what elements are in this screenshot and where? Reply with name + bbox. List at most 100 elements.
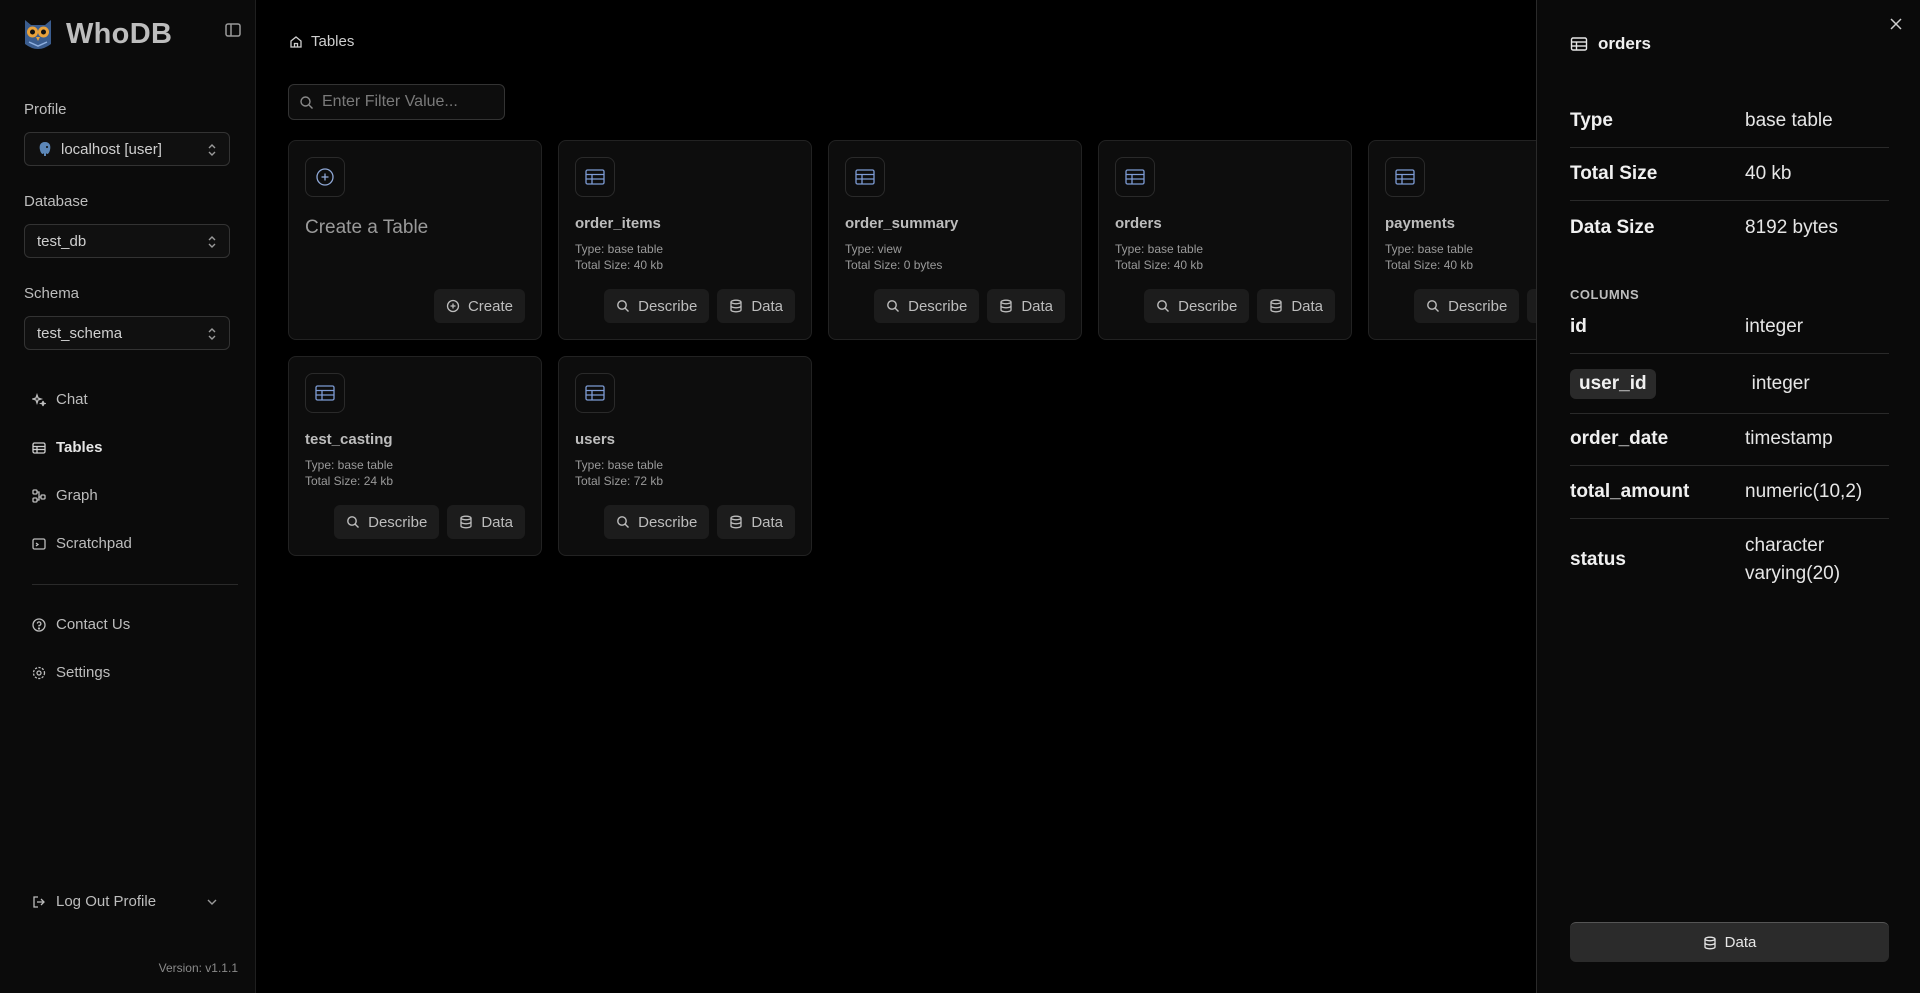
data-button[interactable]: Data bbox=[717, 505, 795, 539]
sidebar: WhoDB Profile localhost [user] Database … bbox=[0, 0, 256, 993]
column-name: total_amount bbox=[1570, 481, 1690, 502]
table-type: Type: base table bbox=[575, 242, 664, 256]
create-button[interactable]: Create bbox=[433, 289, 525, 323]
column-row: id integer bbox=[1570, 301, 1889, 354]
column-row: order_date timestamp bbox=[1570, 413, 1889, 466]
sidebar-item-label: Graph bbox=[56, 487, 98, 504]
drawer-title: orders bbox=[1570, 34, 1651, 54]
table-size: Total Size: 24 kb bbox=[305, 474, 394, 488]
sidebar-item-label: Tables bbox=[56, 439, 103, 456]
data-label: Data bbox=[481, 513, 513, 531]
chevron-updown-icon bbox=[208, 328, 216, 340]
profile-select[interactable]: localhost [user] bbox=[24, 132, 230, 166]
schema-select[interactable]: test_schema bbox=[24, 316, 230, 350]
table-name: order_items bbox=[575, 215, 661, 232]
filter-input[interactable] bbox=[322, 93, 492, 111]
drawer-data-button[interactable]: Data bbox=[1570, 922, 1889, 962]
sidebar-item-label: Contact Us bbox=[56, 616, 131, 633]
table-meta: Type: base table Total Size: 40 kb bbox=[1115, 241, 1203, 273]
table-card-users: users Type: base table Total Size: 72 kb… bbox=[558, 356, 812, 556]
profile-label: Profile bbox=[24, 101, 67, 118]
describe-button[interactable]: Describe bbox=[334, 505, 440, 539]
sidebar-divider bbox=[32, 584, 238, 585]
detail-key: Type bbox=[1570, 110, 1613, 131]
database-icon bbox=[1000, 299, 1012, 313]
describe-button[interactable]: Describe bbox=[604, 505, 710, 539]
table-icon bbox=[1570, 37, 1588, 51]
data-label: Data bbox=[751, 513, 783, 531]
create-table-title: Create a Table bbox=[305, 217, 429, 238]
table-icon-box bbox=[305, 373, 345, 413]
breadcrumb[interactable]: Tables bbox=[289, 33, 354, 50]
search-icon bbox=[617, 300, 630, 312]
search-icon bbox=[300, 95, 313, 109]
create-button-label: Create bbox=[467, 297, 513, 315]
table-icon bbox=[585, 385, 605, 401]
table-meta: Type: base table Total Size: 72 kb bbox=[575, 457, 663, 489]
describe-label: Describe bbox=[638, 513, 698, 531]
filter-field[interactable] bbox=[288, 84, 505, 120]
table-meta: Type: base table Total Size: 40 kb bbox=[1385, 241, 1473, 273]
table-icon bbox=[1125, 169, 1145, 185]
sidebar-item-label: Scratchpad bbox=[56, 535, 132, 552]
column-name: id bbox=[1570, 316, 1587, 337]
table-card-test-casting: test_casting Type: base table Total Size… bbox=[288, 356, 542, 556]
table-icon bbox=[585, 169, 605, 185]
column-type-line: varying(20) bbox=[1745, 563, 1841, 584]
column-name-highlighted: user_id bbox=[1570, 369, 1656, 399]
logout-icon bbox=[33, 895, 45, 908]
data-label: Data bbox=[1291, 297, 1323, 315]
table-type: Type: base table bbox=[305, 458, 394, 472]
sidebar-item-chat[interactable]: Chat bbox=[32, 391, 88, 408]
describe-button[interactable]: Describe bbox=[1414, 289, 1520, 323]
table-icon-box bbox=[575, 157, 615, 197]
brand[interactable]: WhoDB bbox=[22, 16, 172, 52]
data-button[interactable]: Data bbox=[717, 289, 795, 323]
database-icon bbox=[1704, 936, 1716, 949]
detail-key: Total Size bbox=[1570, 163, 1658, 184]
logout-profile-button[interactable]: Log Out Profile bbox=[32, 893, 218, 910]
data-button[interactable]: Data bbox=[447, 505, 525, 539]
logout-label: Log Out Profile bbox=[56, 893, 157, 910]
column-row: user_id integer bbox=[1570, 355, 1889, 414]
table-name: test_casting bbox=[305, 431, 393, 448]
detail-value: 8192 bytes bbox=[1745, 216, 1838, 238]
column-type: integer bbox=[1745, 316, 1804, 337]
sidebar-item-tables[interactable]: Tables bbox=[32, 439, 102, 456]
table-size: Total Size: 40 kb bbox=[1385, 258, 1474, 272]
column-type: integer bbox=[1751, 373, 1810, 394]
describe-button[interactable]: Describe bbox=[1144, 289, 1250, 323]
table-size: Total Size: 72 kb bbox=[575, 474, 664, 488]
describe-button[interactable]: Describe bbox=[874, 289, 980, 323]
table-icon bbox=[1395, 169, 1415, 185]
terminal-icon bbox=[32, 537, 46, 550]
table-type: Type: view bbox=[845, 242, 902, 256]
describe-button[interactable]: Describe bbox=[604, 289, 710, 323]
database-label: Database bbox=[24, 193, 89, 210]
table-meta: Type: base table Total Size: 24 kb bbox=[305, 457, 393, 489]
sidebar-item-scratchpad[interactable]: Scratchpad bbox=[32, 535, 132, 552]
describe-label: Describe bbox=[908, 297, 968, 315]
sidebar-item-settings[interactable]: Settings bbox=[32, 664, 110, 681]
data-button[interactable]: Data bbox=[987, 289, 1065, 323]
table-card-order-items: order_items Type: base table Total Size:… bbox=[558, 140, 812, 340]
close-icon[interactable] bbox=[1888, 16, 1904, 32]
column-name: status bbox=[1570, 549, 1626, 570]
table-icon bbox=[855, 169, 875, 185]
app-root: WhoDB Profile localhost [user] Data base … bbox=[0, 0, 1920, 993]
table-size: Total Size: 40 kb bbox=[575, 258, 664, 272]
breadcrumb-label: Tables bbox=[311, 33, 355, 50]
main-content: Tables Create a Table Create ord bbox=[257, 0, 1622, 993]
sidebar-item-contact-us[interactable]: Contact Us bbox=[32, 616, 130, 633]
database-select[interactable]: test_db bbox=[24, 224, 230, 258]
sidebar-item-graph[interactable]: Graph bbox=[32, 487, 98, 504]
help-circle-icon bbox=[32, 617, 46, 632]
table-icon-box bbox=[1385, 157, 1425, 197]
sidebar-toggle-icon[interactable] bbox=[223, 20, 243, 40]
search-icon bbox=[617, 516, 630, 528]
table-type: Type: base table bbox=[1115, 242, 1204, 256]
data-label: Data bbox=[1021, 297, 1053, 315]
data-button[interactable]: Data bbox=[1257, 289, 1335, 323]
describe-label: Describe bbox=[638, 297, 698, 315]
table-meta: Type: view Total Size: 0 bytes bbox=[845, 241, 942, 273]
